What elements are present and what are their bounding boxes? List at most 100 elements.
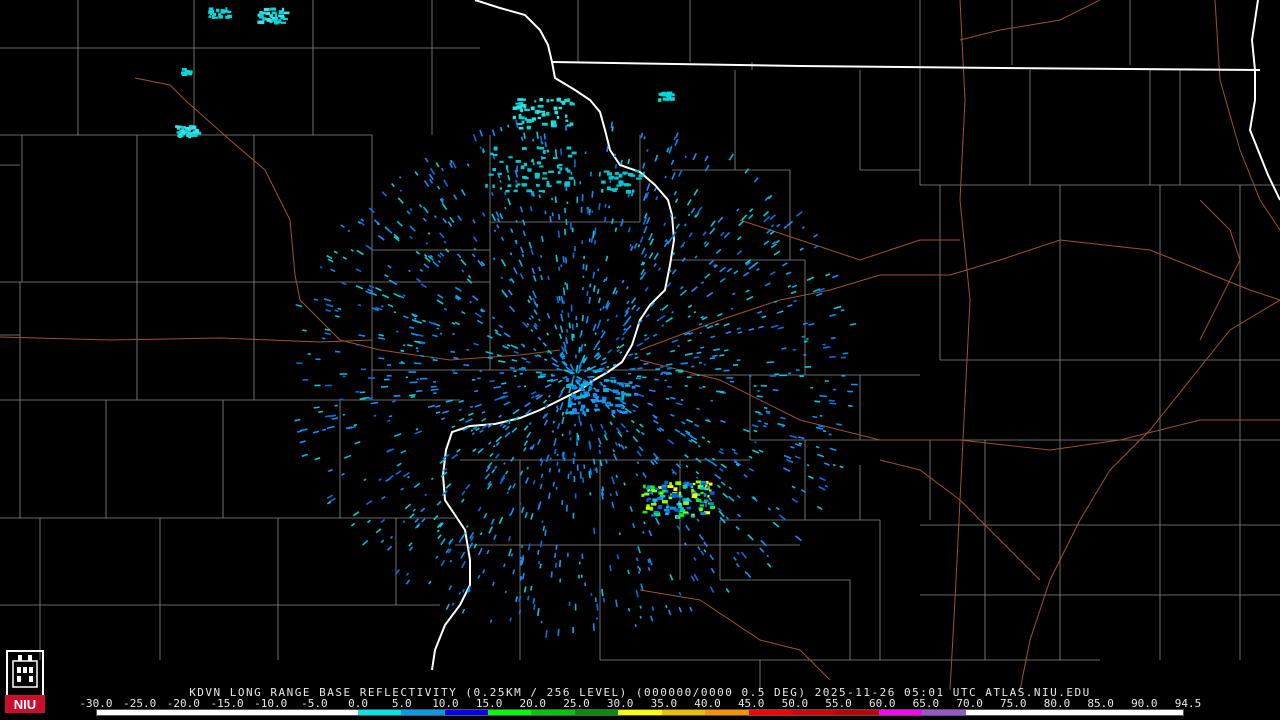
echo-pixel xyxy=(702,385,706,388)
echo-pixel xyxy=(573,179,576,186)
echo-pixel xyxy=(536,146,540,150)
echo-pixel xyxy=(561,102,566,105)
echo-pixel xyxy=(641,493,645,497)
echo-pixel xyxy=(709,491,715,495)
echo-pixel xyxy=(642,376,647,379)
colorbar-segment xyxy=(531,710,575,715)
colorbar-labels: -30.0 -25.0 -20.0 -15.0 -10.0 -5.0 0.0 5.0 10.0 1… xyxy=(79,697,1201,710)
echo-pixel xyxy=(451,369,455,372)
echo-pixel xyxy=(708,482,713,486)
echo-pixel xyxy=(707,495,710,498)
colorbar-segment xyxy=(487,710,532,715)
echo-pixel xyxy=(492,167,497,172)
echo-pixel xyxy=(616,382,621,385)
echo-pixel xyxy=(607,172,612,176)
echo-pixel xyxy=(613,379,617,384)
echo-pixel xyxy=(558,106,563,110)
echo-pixel xyxy=(621,406,625,409)
echo-pixel xyxy=(567,154,573,158)
echo-pixel xyxy=(625,393,632,397)
echo-pixel xyxy=(682,482,687,485)
colorbar-segment xyxy=(965,710,1010,715)
echo-pixel xyxy=(499,160,504,163)
echo-pixel xyxy=(664,372,671,374)
echo-pixel xyxy=(569,102,575,106)
echo-pixel xyxy=(526,189,533,193)
echo-pixel xyxy=(213,16,219,19)
echo-pixel xyxy=(270,15,273,18)
echo-pixel xyxy=(416,350,419,353)
echo-pixel xyxy=(565,186,568,192)
echo-pixel xyxy=(584,393,588,398)
echo-pixel xyxy=(833,388,837,391)
colorbar-segment xyxy=(1139,710,1183,715)
echo-pixel xyxy=(596,396,600,399)
echo-pixel xyxy=(281,7,285,12)
echo-pixel xyxy=(211,15,215,20)
echo-pixel xyxy=(574,603,577,611)
echo-pixel xyxy=(315,358,321,361)
echo-pixel xyxy=(585,408,589,412)
echo-pixel xyxy=(453,372,458,375)
echo-pixel xyxy=(622,394,625,398)
colorbar-segment xyxy=(140,710,184,715)
echo-pixel xyxy=(564,282,567,285)
echo-pixel xyxy=(568,383,574,387)
echo-pixel xyxy=(580,206,583,213)
echo-pixel xyxy=(614,176,619,180)
echo-pixel xyxy=(515,159,521,163)
echo-pixel xyxy=(416,378,419,381)
echo-pixel xyxy=(568,601,571,606)
echo-pixel xyxy=(691,515,695,518)
echo-pixel xyxy=(610,379,614,383)
echo-pixel xyxy=(520,165,525,170)
echo-pixel xyxy=(530,106,535,111)
echo-pixel xyxy=(614,171,619,175)
echo-pixel xyxy=(524,117,527,121)
echo-pixel xyxy=(184,129,189,133)
echo-pixel xyxy=(595,389,600,392)
echo-pixel xyxy=(535,371,542,374)
colorbar-segment xyxy=(401,710,445,715)
echo-pixel xyxy=(524,108,530,112)
echo-pixel xyxy=(691,365,695,368)
echo-pixel xyxy=(649,506,654,511)
echo-pixel xyxy=(634,170,639,173)
niu-logo: NIU xyxy=(5,650,45,713)
echo-pixel xyxy=(574,159,576,168)
echo-pixel xyxy=(650,502,657,506)
echo-pixel xyxy=(553,106,558,111)
colorbar-segment xyxy=(661,710,706,715)
echo-pixel xyxy=(520,109,524,113)
echo-pixel xyxy=(660,492,664,495)
echo-pixel xyxy=(263,7,270,12)
echo-pixel xyxy=(565,119,569,122)
echo-pixel xyxy=(265,11,271,16)
echo-pixel xyxy=(187,70,193,74)
echo-pixel xyxy=(675,481,682,486)
echo-pixel xyxy=(686,497,689,500)
echo-pixel xyxy=(581,240,584,244)
echo-pixel xyxy=(307,353,311,355)
echo-pixel xyxy=(564,98,567,103)
colorbar-segment xyxy=(357,710,402,715)
echo-pixel xyxy=(810,386,813,389)
echo-pixel xyxy=(567,169,571,173)
echo-pixel xyxy=(565,411,569,415)
echo-pixel xyxy=(588,209,591,213)
echo-pixel xyxy=(578,561,581,565)
echo-pixel xyxy=(649,490,652,494)
echo-pixel xyxy=(517,98,524,101)
echo-pixel xyxy=(546,180,550,184)
echo-pixel xyxy=(851,383,858,386)
echo-pixel xyxy=(615,187,619,190)
echo-pixel xyxy=(283,11,290,15)
echo-pixel xyxy=(556,164,560,169)
echo-pixel xyxy=(572,512,575,519)
echo-pixel xyxy=(602,385,607,388)
echo-pixel xyxy=(603,388,609,392)
colorbar-segment xyxy=(1096,710,1140,715)
echo-pixel xyxy=(588,382,593,385)
echo-pixel xyxy=(513,370,517,373)
echo-pixel xyxy=(175,125,179,128)
